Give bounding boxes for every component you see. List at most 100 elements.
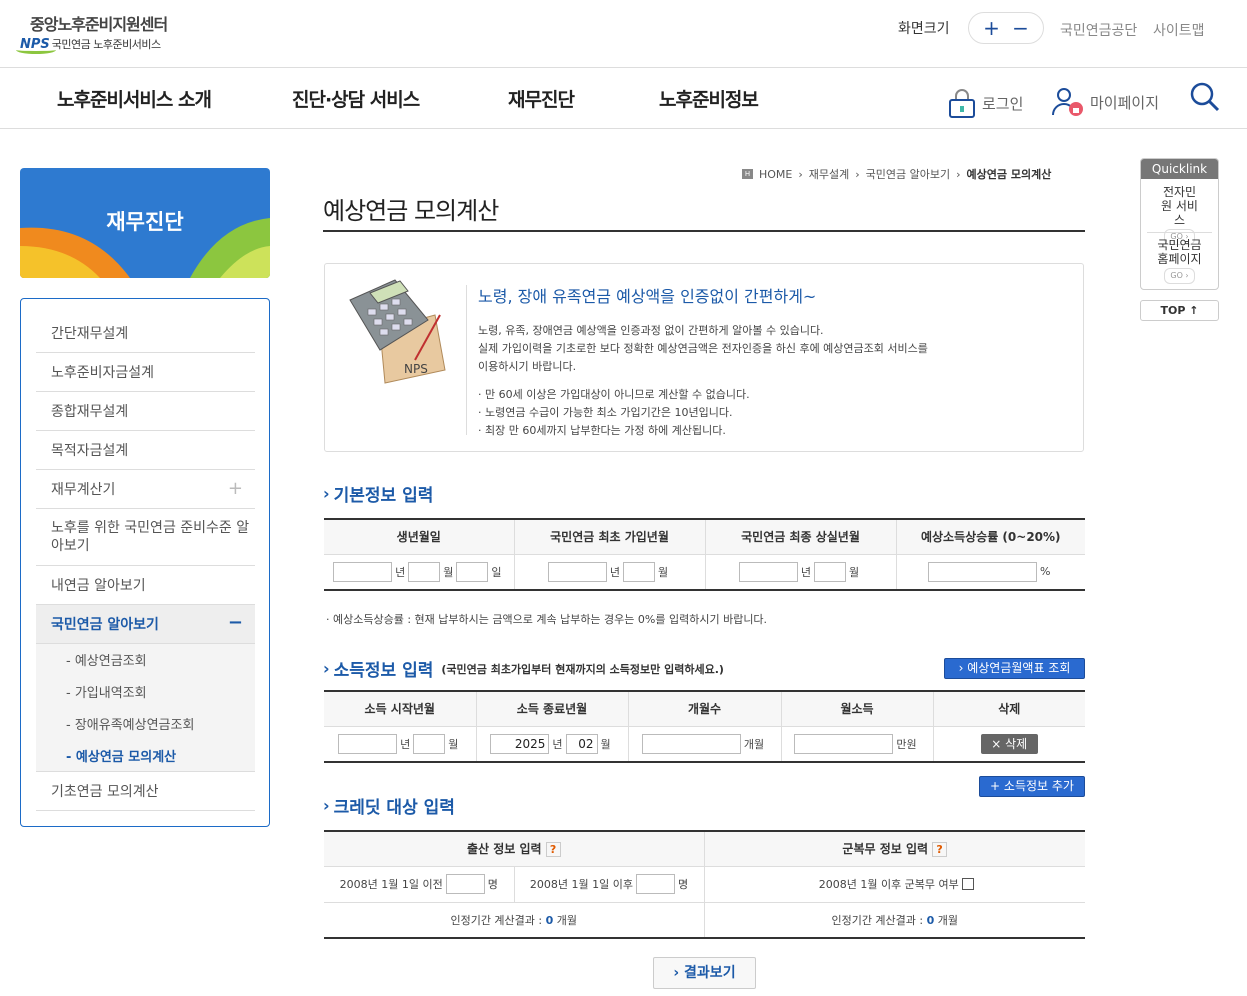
- military-checkbox[interactable]: [961, 878, 974, 890]
- font-increase-button[interactable]: +: [983, 18, 1000, 38]
- add-income-button[interactable]: + 소득정보 추가: [979, 776, 1085, 797]
- sidebar-item-comprehensive-plan[interactable]: 종합재무설계: [36, 392, 255, 431]
- unit-label: 년: [609, 565, 620, 579]
- monthly-income-cell: 만원: [780, 725, 934, 763]
- income-start-year-input[interactable]: [338, 733, 398, 754]
- col-header-income-start: 소득 시작년월: [324, 690, 477, 727]
- view-result-button[interactable]: › 결과보기: [653, 957, 756, 989]
- income-start-month-input[interactable]: [413, 733, 446, 754]
- nav-item-retirement-info[interactable]: 노후준비정보: [659, 85, 759, 112]
- sidebar-item-calculator[interactable]: 재무계산기 +: [36, 470, 255, 509]
- income-end-month-input[interactable]: 02: [565, 733, 598, 754]
- last-loss-year-input[interactable]: [738, 561, 798, 582]
- intro-bullet-1: · 만 60세 이상은 가입대상이 아니므로 계산할 수 없습니다.: [478, 388, 750, 401]
- first-enroll-month-input[interactable]: [623, 561, 655, 582]
- logo[interactable]: NPS 국민연금 노후준비서비스: [16, 33, 161, 55]
- intro-bullet-2: · 노령연금 수급이 가능한 최소 가입기간은 10년입니다.: [478, 406, 733, 419]
- section-title-text: 소득정보 입력: [333, 661, 434, 681]
- birth-year-input[interactable]: [333, 561, 393, 582]
- help-icon[interactable]: ?: [545, 842, 561, 858]
- income-growth-cell: %: [895, 553, 1085, 591]
- birth-result-value: 0: [545, 913, 554, 927]
- font-decrease-button[interactable]: −: [1012, 18, 1029, 38]
- submenu-expected-pension[interactable]: - 예상연금조회: [66, 650, 147, 669]
- sidebar-item-my-pension[interactable]: 내연금 알아보기: [36, 566, 255, 605]
- sidebar-item-basic-pension[interactable]: 기초연금 모의계산: [36, 772, 255, 811]
- sitemap-link[interactable]: 사이트맵: [1153, 20, 1205, 40]
- sidebar-item-simple-plan[interactable]: 간단재무설계: [36, 313, 255, 353]
- delete-row-button[interactable]: × 삭제: [980, 733, 1038, 754]
- children-before-input[interactable]: [445, 874, 485, 894]
- children-after-input[interactable]: [635, 874, 675, 894]
- breadcrumb-home[interactable]: HOME: [759, 168, 792, 181]
- mypage-link[interactable]: 마이페이지: [1052, 87, 1159, 117]
- collapse-minus-icon: −: [227, 612, 243, 633]
- col-header-delete: 삭제: [932, 690, 1085, 727]
- intro-headline: 노령, 장애 유족연금 예상액을 인증없이 간편하게~: [478, 287, 817, 306]
- quicklink-divider: [1147, 232, 1212, 233]
- result-label: 인정기간 계산결과 :: [831, 913, 924, 927]
- intro-bullet-3: · 최장 만 60세까지 납부한다는 가정 하에 계산됩니다.: [478, 424, 726, 437]
- nav-item-consulting[interactable]: 진단·상담 서비스: [292, 85, 420, 112]
- help-icon[interactable]: ?: [932, 842, 948, 858]
- nps-link[interactable]: 국민연금공단: [1060, 20, 1137, 40]
- login-link[interactable]: 로그인: [948, 87, 1023, 119]
- credit-section-title: › 크레딧 대상 입력: [323, 793, 455, 818]
- months-input[interactable]: [641, 733, 741, 754]
- sidebar-item-nps-info[interactable]: 국민연금 알아보기 −: [36, 605, 255, 644]
- military-result-cell: 인정기간 계산결과 : 0 개월: [703, 901, 1085, 939]
- section-title-text: 기본정보 입력: [333, 486, 434, 506]
- col-header-income-growth: 예상소득상승률 (0~20%): [895, 518, 1085, 555]
- submenu-disability-survivor[interactable]: - 장애유족예상연금조회: [66, 714, 194, 733]
- unit-label: 명: [677, 878, 689, 891]
- last-loss-cell: 년월: [704, 553, 897, 591]
- military-result-value: 0: [926, 913, 935, 927]
- sidebar-item-retirement-fund[interactable]: 노후준비자금설계: [36, 353, 255, 392]
- unit-label: 개월: [556, 913, 578, 927]
- submenu-pension-simulation[interactable]: - 예상연금 모의계산: [66, 746, 176, 765]
- last-loss-month-input[interactable]: [814, 561, 846, 582]
- income-end-cell: 2025 년 02 월: [475, 725, 629, 763]
- monthly-income-input[interactable]: [794, 733, 894, 754]
- submenu-enrollment-history[interactable]: - 가입내역조회: [66, 682, 147, 701]
- income-growth-input[interactable]: [928, 561, 1038, 582]
- credit-table: 출산 정보 입력? 군복무 정보 입력? 2008년 1월 1일 이전 명 200…: [324, 830, 1085, 939]
- breadcrumb-nps[interactable]: 국민연금 알아보기: [866, 166, 950, 182]
- section-arrow-icon: ›: [323, 659, 330, 678]
- period-label: 2008년 1월 1일 이전: [339, 878, 443, 891]
- unit-label: 개월: [743, 737, 765, 751]
- nav-item-financial-diagnosis[interactable]: 재무진단: [508, 85, 575, 112]
- search-button[interactable]: [1189, 81, 1221, 116]
- quicklink-panel: Quicklink 전자민원 서비스 GO › 국민연금 홈페이지 GO ›: [1140, 158, 1219, 290]
- income-end-year-input[interactable]: 2025: [490, 733, 550, 754]
- income-info-table: 소득 시작년월 소득 종료년월 개월수 월소득 삭제 년월 2025 년 02 월 개…: [324, 690, 1085, 763]
- sidebar-item-pension-readiness[interactable]: 노후를 위한 국민연금 준비수준 알아보기: [36, 509, 255, 566]
- logo-subtitle: 국민연금 노후준비서비스: [51, 38, 161, 51]
- page-title: 예상연금 모의계산: [323, 197, 499, 225]
- period-label: 2008년 1월 1일 이후: [529, 878, 633, 891]
- first-enroll-year-input[interactable]: [547, 561, 607, 582]
- logo-title[interactable]: 중앙노후준비지원센터: [30, 11, 168, 35]
- breadcrumb-finance[interactable]: 재무설계: [809, 166, 849, 182]
- title-divider: [323, 230, 1085, 232]
- col-header-military-credit: 군복무 정보 입력?: [703, 830, 1085, 867]
- intro-paragraph-3: 이용하시기 바랍니다.: [478, 360, 577, 373]
- font-size-control: + −: [968, 12, 1044, 44]
- go-badge: GO ›: [1164, 268, 1195, 284]
- font-size-label: 화면크기: [898, 21, 950, 37]
- nav-item-service-intro[interactable]: 노후준비서비스 소개: [57, 85, 212, 112]
- quicklink-nps-homepage[interactable]: 국민연금 홈페이지 GO ›: [1141, 238, 1218, 284]
- lock-icon: [949, 89, 975, 118]
- pension-table-button[interactable]: › 예상연금월액표 조회: [944, 658, 1085, 679]
- basic-info-table: 생년월일 국민연금 최초 가입년월 국민연금 최종 상실년월 예상소득상승률 (…: [324, 518, 1085, 591]
- scroll-top-button[interactable]: TOP ↑: [1140, 300, 1219, 321]
- unit-label: 년: [400, 737, 411, 751]
- birth-month-input[interactable]: [408, 561, 441, 582]
- military-label: 2008년 1월 이후 군복무 여부: [818, 878, 959, 891]
- col-header-first-enroll: 국민연금 최초 가입년월: [513, 518, 706, 555]
- birth-day-input[interactable]: [456, 561, 489, 582]
- home-icon: H: [742, 169, 753, 179]
- quicklink-e-civil[interactable]: 전자민원 서비스 GO ›: [1141, 185, 1218, 245]
- chevron-right-icon: ›: [798, 167, 803, 181]
- sidebar-item-purpose-fund[interactable]: 목적자금설계: [36, 431, 255, 470]
